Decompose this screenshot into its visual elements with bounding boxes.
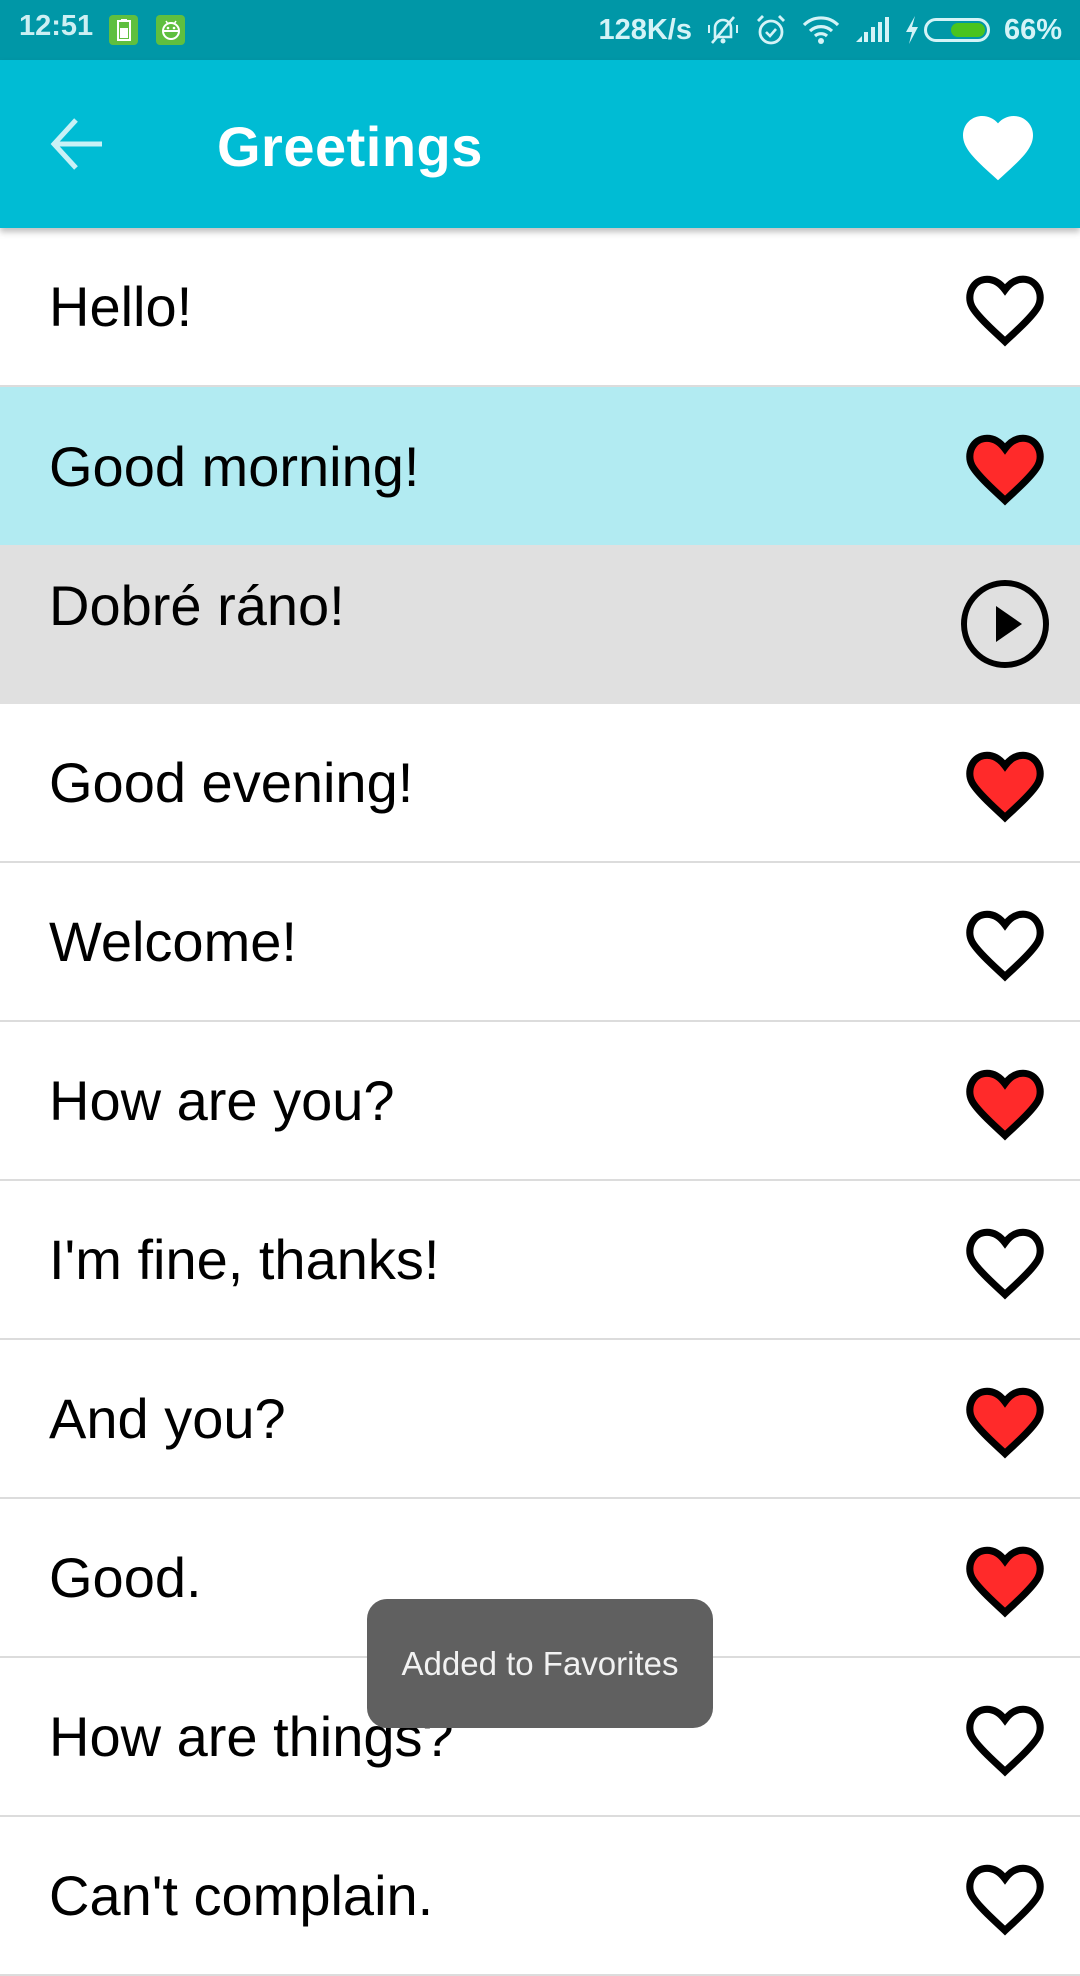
- app-bar: Greetings: [0, 60, 1080, 228]
- alarm-icon: [754, 13, 788, 47]
- favorite-toggle[interactable]: [960, 1215, 1050, 1305]
- phrase-row[interactable]: Good morning!: [0, 387, 1080, 545]
- favorite-toggle[interactable]: [960, 1851, 1050, 1941]
- phrase-text: I'm fine, thanks!: [49, 1228, 440, 1291]
- play-circle-icon: [961, 580, 1049, 668]
- heart-outline-icon: [966, 910, 1044, 982]
- heart-filled-icon: [966, 1069, 1044, 1141]
- favorite-toggle[interactable]: [960, 1056, 1050, 1146]
- android-debug-icon: [156, 15, 185, 45]
- toast-message: Added to Favorites: [367, 1599, 713, 1728]
- signal-icon: [854, 16, 890, 44]
- favorites-button[interactable]: [956, 104, 1040, 184]
- heart-filled-icon: [966, 1387, 1044, 1459]
- phrase-text: How are you?: [49, 1069, 395, 1132]
- favorite-toggle[interactable]: [960, 1533, 1050, 1623]
- translation-text: Dobré ráno!: [49, 574, 345, 637]
- phrase-row[interactable]: How are you?: [0, 1022, 1080, 1181]
- translation-row[interactable]: Dobré ráno!: [0, 545, 1080, 704]
- heart-outline-icon: [966, 275, 1044, 347]
- phrase-text: Good evening!: [49, 751, 414, 814]
- status-right-group: 128K/s 66%: [598, 0, 1062, 60]
- favorite-toggle[interactable]: [960, 1374, 1050, 1464]
- phrase-row[interactable]: Hello!: [0, 228, 1080, 387]
- phrase-text: Good.: [49, 1546, 202, 1609]
- phrase-text: And you?: [49, 1387, 286, 1450]
- phrase-row[interactable]: I'm fine, thanks!: [0, 1181, 1080, 1340]
- favorite-toggle[interactable]: [960, 897, 1050, 987]
- charging-icon: [904, 15, 920, 45]
- back-button[interactable]: [48, 116, 108, 172]
- silent-bell-icon: [706, 13, 740, 47]
- arrow-back-icon: [50, 118, 102, 170]
- phrase-row[interactable]: And you?: [0, 1340, 1080, 1499]
- favorite-toggle[interactable]: [960, 738, 1050, 828]
- phrase-text: Hello!: [49, 275, 193, 338]
- network-speed: 128K/s: [598, 13, 692, 46]
- phrase-row[interactable]: Good evening!: [0, 704, 1080, 863]
- phrase-row[interactable]: Can't complain.: [0, 1817, 1080, 1976]
- battery-level-fill: [950, 23, 985, 37]
- heart-filled-icon: [963, 116, 1033, 181]
- battery-saver-icon: [109, 15, 138, 45]
- phrase-row[interactable]: Welcome!: [0, 863, 1080, 1022]
- heart-outline-icon: [966, 1228, 1044, 1300]
- page-title: Greetings: [217, 115, 483, 178]
- favorite-toggle[interactable]: [960, 421, 1050, 511]
- favorite-toggle[interactable]: [960, 262, 1050, 352]
- phrase-text: Can't complain.: [49, 1864, 434, 1927]
- phrase-text: Welcome!: [49, 910, 297, 973]
- play-button[interactable]: [960, 579, 1050, 669]
- phrase-text: Good morning!: [49, 434, 420, 498]
- status-bar: 12:51 128K/s 66%: [0, 0, 1080, 60]
- favorite-toggle[interactable]: [960, 1692, 1050, 1782]
- battery-percent: 66%: [1003, 13, 1062, 46]
- battery-icon: [923, 18, 990, 42]
- heart-outline-icon: [966, 1864, 1044, 1936]
- heart-outline-icon: [966, 1705, 1044, 1777]
- heart-filled-icon: [966, 434, 1044, 506]
- heart-filled-icon: [966, 1546, 1044, 1618]
- heart-filled-icon: [966, 751, 1044, 823]
- wifi-icon: [802, 15, 840, 45]
- status-time: 12:51: [19, 10, 94, 42]
